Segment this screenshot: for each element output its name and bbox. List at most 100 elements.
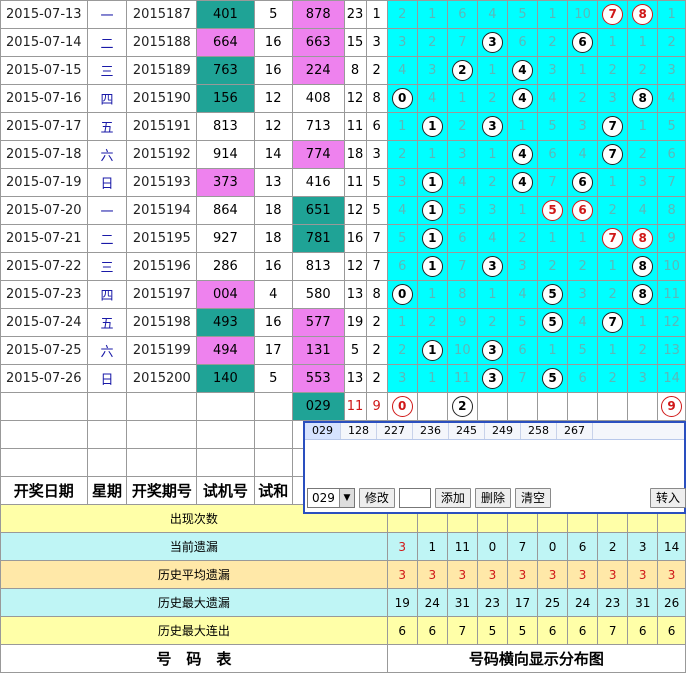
dist-cell-1: 1 <box>416 336 448 365</box>
number-select[interactable]: 029 ▼ <box>307 488 355 508</box>
draw-sum: 12 <box>343 252 367 281</box>
dist-cell-4: 6 <box>506 336 538 365</box>
issue-number: 2015188 <box>126 28 198 57</box>
draw-number: 878 <box>291 0 345 29</box>
empty-cell <box>196 448 255 477</box>
test-sum: 18 <box>253 224 293 253</box>
dist-cell-9: 6 <box>657 140 686 169</box>
stat-value-6: 3 <box>567 560 599 589</box>
draw-span: 3 <box>365 28 388 57</box>
transfer-button[interactable]: 转入 <box>649 488 686 508</box>
dist-cell-8: 3 <box>627 168 659 197</box>
dist-cell-6: 10 <box>567 0 599 29</box>
dist-cell-1: 3 <box>416 56 448 85</box>
dist-cell-8: 3 <box>627 364 659 393</box>
test-sum: 18 <box>253 196 293 225</box>
dist-cell-2: 9 <box>446 308 478 337</box>
dist-cell-7: 2 <box>597 280 629 309</box>
dist-cell-3: 2 <box>476 84 508 113</box>
issue-number: 2015196 <box>126 252 198 281</box>
empty-cell <box>253 392 293 421</box>
header-date: 开奖日期 <box>0 476 88 505</box>
draw-span: 2 <box>365 56 388 85</box>
number-tab[interactable]: 258 <box>521 423 557 439</box>
weekday: 日 <box>86 364 128 393</box>
dist-cell-9: 8 <box>657 196 686 225</box>
hit-ball: 1 <box>421 228 443 249</box>
dist-cell-4: 6 <box>506 28 538 57</box>
dist-cell-4: 3 <box>506 252 538 281</box>
number-tab[interactable]: 029 <box>305 423 341 439</box>
test-number: 494 <box>196 336 255 365</box>
number-tab[interactable]: 227 <box>377 423 413 439</box>
number-tab[interactable]: 245 <box>449 423 485 439</box>
dist-cell-8: 8 <box>627 84 659 113</box>
hit-ball: 0 <box>391 284 413 305</box>
empty-cell <box>0 448 88 477</box>
issue-number: 2015194 <box>126 196 198 225</box>
number-tab[interactable]: 267 <box>557 423 593 439</box>
stat-value-0: 3 <box>386 532 418 561</box>
empty-cell <box>253 420 293 449</box>
table-row: 2015-07-13 一 2015187 401 5 878 23 1 2 1 6 4 5 1 10 7 8 1 <box>0 0 686 29</box>
dist-cell-3: 3 <box>476 252 508 281</box>
hit-ball: 8 <box>632 256 654 277</box>
number-input[interactable] <box>398 488 431 508</box>
draw-sum: 11 <box>343 168 367 197</box>
add-button[interactable]: 添加 <box>434 488 471 508</box>
draw-sum: 15 <box>343 28 367 57</box>
draw-date: 2015-07-22 <box>0 252 88 281</box>
dist-cell-0: 2 <box>386 336 418 365</box>
stat-value-9: 3 <box>657 560 686 589</box>
dist-cell-7: 1 <box>597 252 629 281</box>
number-tab[interactable]: 236 <box>413 423 449 439</box>
dist-cell-8: 8 <box>627 280 659 309</box>
issue-number: 2015195 <box>126 224 198 253</box>
dist-cell-3: 3 <box>476 112 508 141</box>
dist-cell-3: 2 <box>476 168 508 197</box>
number-tab[interactable]: 249 <box>485 423 521 439</box>
hit-ball: 4 <box>511 60 533 81</box>
draw-span: 7 <box>365 224 388 253</box>
dist-cell-6: 1 <box>567 224 599 253</box>
test-sum: 16 <box>253 56 293 85</box>
stat-row: 当前遗漏 3 1 11 0 7 0 6 2 3 14 <box>0 532 686 561</box>
stat-value-9: 6 <box>657 616 686 645</box>
test-sum: 16 <box>253 252 293 281</box>
weekday: 六 <box>86 336 128 365</box>
draw-number: 224 <box>291 56 345 85</box>
dist-cell-6: 2 <box>567 84 599 113</box>
dist-cell-0: 4 <box>386 56 418 85</box>
dist-cell-3: 1 <box>476 280 508 309</box>
hit-ball: 8 <box>632 284 654 305</box>
modify-button[interactable]: 修改 <box>358 488 395 508</box>
number-tab[interactable]: 128 <box>341 423 377 439</box>
draw-date: 2015-07-18 <box>0 140 88 169</box>
dist-cell-5: 4 <box>536 84 569 113</box>
dist-cell-4: 2 <box>506 224 538 253</box>
dist-cell-8 <box>627 392 659 421</box>
dist-cell-2: 1 <box>446 84 478 113</box>
dist-cell-8: 1 <box>627 308 659 337</box>
stat-value-6: 6 <box>567 616 599 645</box>
dist-cell-9: 12 <box>657 308 686 337</box>
draw-number: 774 <box>291 140 345 169</box>
predict-span: 9 <box>365 392 388 421</box>
dist-cell-7: 2 <box>597 364 629 393</box>
dist-cell-6: 6 <box>567 196 599 225</box>
delete-button[interactable]: 删除 <box>474 488 511 508</box>
chevron-down-icon[interactable]: ▼ <box>338 489 354 507</box>
dist-cell-1: 1 <box>416 196 448 225</box>
stat-value-1: 3 <box>416 560 448 589</box>
dist-cell-3: 3 <box>476 28 508 57</box>
clear-button[interactable]: 清空 <box>514 488 551 508</box>
draw-number: 577 <box>291 308 345 337</box>
test-sum: 4 <box>253 280 293 309</box>
hit-ball: 5 <box>542 200 564 221</box>
stat-value-5: 3 <box>536 560 569 589</box>
empty-cell <box>126 420 198 449</box>
dist-cell-3: 4 <box>476 0 508 29</box>
dist-cell-4: 7 <box>506 364 538 393</box>
issue-number: 2015190 <box>126 84 198 113</box>
draw-sum: 12 <box>343 84 367 113</box>
